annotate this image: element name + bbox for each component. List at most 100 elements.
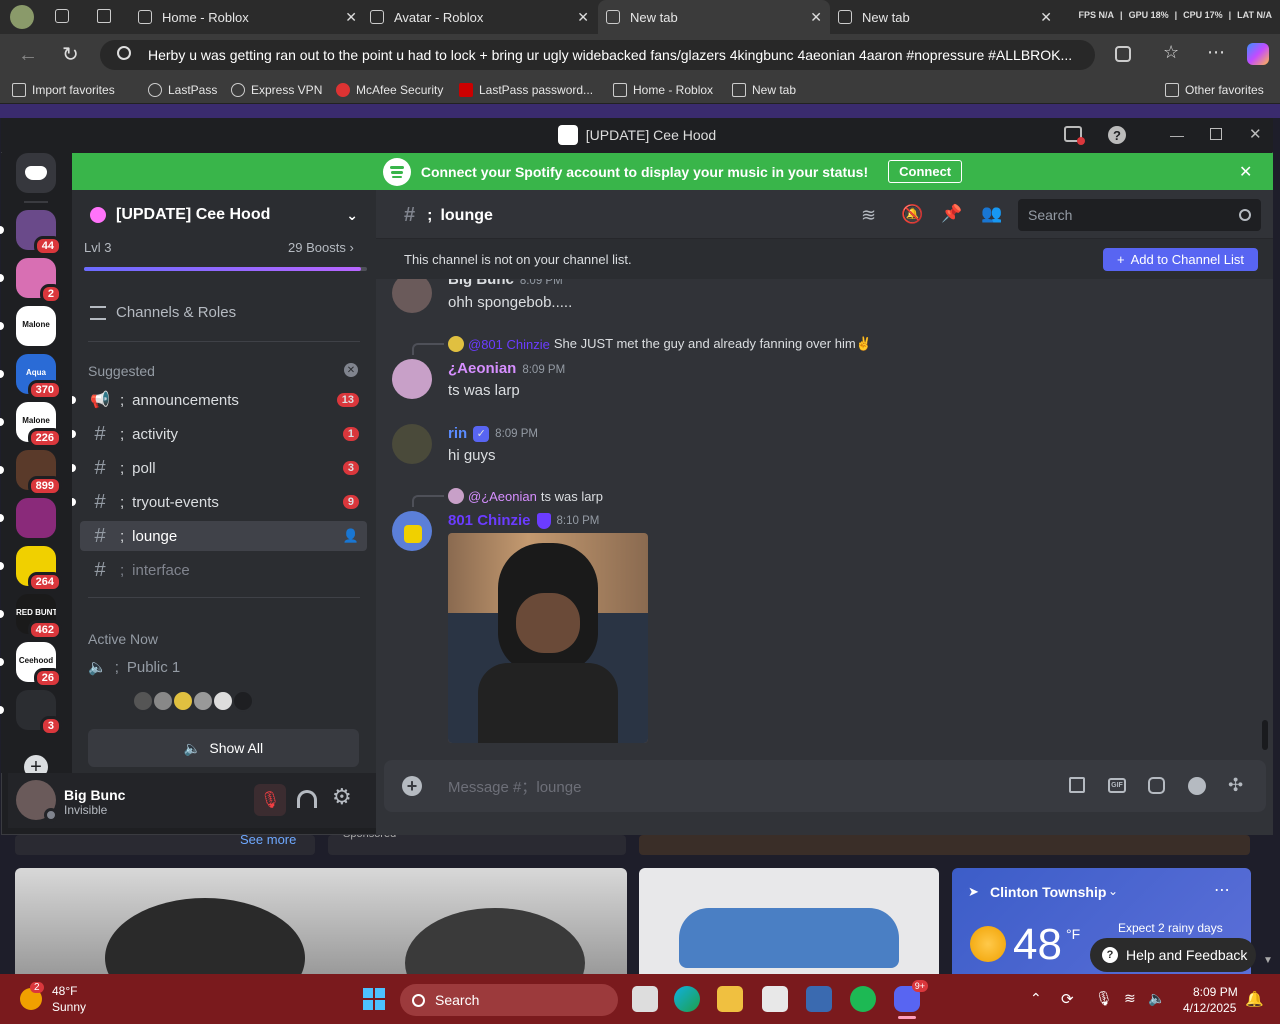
fav-lastpass[interactable]: LastPass — [148, 76, 217, 104]
server-icon-9[interactable]: RED BUNTY! 462 — [0, 594, 62, 640]
windows-start-icon[interactable] — [363, 988, 385, 1010]
emoji-icon[interactable] — [1188, 777, 1206, 795]
server-icon-1[interactable]: 44 — [0, 210, 62, 256]
help-icon[interactable]: ? — [1108, 126, 1126, 144]
minimize-icon[interactable]: — — [1170, 127, 1184, 143]
add-member-icon[interactable]: 👤 — [343, 528, 359, 544]
inbox-icon[interactable] — [1064, 126, 1085, 145]
server-icon-10[interactable]: Ceehood 26 — [0, 642, 62, 688]
weather-taskbar[interactable]: 2 48°F Sunny — [20, 982, 140, 1018]
fav-new-tab[interactable]: New tab — [732, 76, 796, 104]
sticker-icon[interactable] — [1148, 777, 1165, 794]
reply-preview[interactable]: @¿Aeonian ts was larp — [448, 488, 603, 504]
notification-bell-icon[interactable]: 🔔 — [1245, 990, 1264, 1008]
tab-avatar-roblox[interactable]: Avatar - Roblox ✕ — [362, 0, 597, 34]
threads-icon[interactable]: ≋ — [861, 205, 876, 226]
sync-icon[interactable]: ⟳ — [1061, 990, 1074, 1008]
voice-participants[interactable] — [132, 690, 254, 712]
extensions-icon[interactable] — [1115, 46, 1131, 62]
message-image[interactable] — [448, 533, 648, 743]
refresh-icon[interactable]: ↻ — [62, 42, 79, 67]
scroll-down-icon[interactable]: ▼ — [1263, 955, 1273, 966]
close-icon[interactable]: ✕ — [345, 9, 357, 26]
user-avatar[interactable] — [16, 780, 58, 822]
fav-home-roblox[interactable]: Home - Roblox — [613, 76, 713, 104]
news-image-photo[interactable] — [15, 868, 627, 974]
tab-new-tab[interactable]: New tab ✕ — [830, 0, 1060, 34]
gif-icon[interactable]: GIF — [1108, 778, 1126, 793]
maximize-icon[interactable] — [1210, 128, 1222, 140]
edge-icon[interactable] — [674, 986, 700, 1012]
spotify-connect-button[interactable]: Connect — [888, 160, 963, 183]
add-attachment-icon[interactable]: + — [402, 776, 422, 796]
workspaces-icon[interactable] — [55, 9, 69, 23]
close-icon[interactable]: ✕ — [810, 9, 822, 26]
performance-icon[interactable] — [806, 986, 832, 1012]
chat-scrollbar[interactable] — [1262, 720, 1268, 750]
show-all-button[interactable]: 🔈 Show All — [88, 729, 359, 767]
message-input[interactable]: Message #；lounge — [448, 776, 581, 797]
file-explorer-icon[interactable] — [717, 986, 743, 1012]
server-header[interactable]: [UPDATE] Cee Hood ⌄ — [80, 200, 368, 230]
close-window-icon[interactable]: ✕ — [1249, 125, 1262, 143]
chevron-up-icon[interactable]: ⌃ — [1030, 990, 1042, 1007]
pin-icon[interactable]: 📌 — [941, 204, 962, 224]
favorites-star-icon[interactable]: ☆ — [1163, 42, 1179, 63]
mic-icon[interactable]: 🎙 — [1095, 990, 1113, 1007]
channel-announcements[interactable]: 📢; announcements 13 — [72, 385, 367, 415]
copilot-icon[interactable] — [1247, 43, 1269, 65]
taskbar-search[interactable]: Search — [400, 984, 618, 1016]
clock-date[interactable]: 4/12/2025 — [1183, 1001, 1236, 1015]
boost-count[interactable]: 29 Boosts › — [288, 240, 354, 255]
avatar[interactable] — [392, 511, 432, 551]
add-to-channel-list-button[interactable]: + Add to Channel List — [1103, 248, 1258, 271]
notifications-muted-icon[interactable]: 🔕 — [901, 204, 923, 225]
channel-lounge[interactable]: #; lounge 👤 — [80, 521, 367, 551]
reply-preview[interactable]: @801 Chinzie She JUST met the guy and al… — [448, 336, 872, 352]
app-icon[interactable] — [762, 986, 788, 1012]
address-bar[interactable]: Herby u was getting ran out to the point… — [100, 40, 1095, 70]
fav-mcafee[interactable]: McAfee Security — [336, 76, 443, 104]
tab-actions-icon[interactable] — [97, 9, 111, 23]
search-input[interactable]: Search — [1018, 199, 1261, 231]
task-view-icon[interactable] — [632, 986, 658, 1012]
apps-icon[interactable]: ✣ — [1228, 776, 1243, 794]
more-options-icon[interactable]: ⋯ — [1214, 880, 1230, 900]
settings-gear-icon[interactable]: ⚙ — [332, 786, 352, 808]
fav-other[interactable]: Other favorites — [1165, 76, 1264, 104]
fav-lastpass-password[interactable]: LastPass password... — [459, 76, 593, 104]
mute-mic-button[interactable]: 🎙 — [254, 784, 286, 816]
more-icon[interactable]: ⋯ — [1207, 42, 1225, 63]
channel-interface[interactable]: #; interface — [80, 555, 367, 585]
server-icon-8[interactable]: 264 — [0, 546, 62, 592]
close-banner-icon[interactable]: ✕ — [1239, 162, 1252, 182]
channel-tryout-events[interactable]: #; tryout-events 9 — [72, 487, 367, 517]
server-icon-4[interactable]: Aqua 370 — [0, 354, 62, 400]
fav-expressvpn[interactable]: Express VPN — [231, 76, 322, 104]
discord-taskbar-icon[interactable]: 9+ — [894, 980, 928, 1012]
help-feedback-button[interactable]: ? Help and Feedback — [1090, 938, 1256, 972]
gift-icon[interactable] — [1069, 777, 1085, 793]
clock-time[interactable]: 8:09 PM — [1193, 985, 1238, 999]
voice-channel[interactable]: 🔈 ; Public 1 — [88, 658, 180, 677]
news-image-car[interactable] — [639, 868, 939, 974]
channel-poll[interactable]: #; poll 3 — [72, 453, 367, 483]
weather-location[interactable]: Clinton Township — [990, 884, 1106, 900]
channels-roles[interactable]: Channels & Roles — [90, 304, 236, 321]
wifi-icon[interactable]: ≋ — [1124, 990, 1136, 1007]
tab-new-tab-active[interactable]: New tab ✕ — [598, 0, 830, 34]
headphones-icon[interactable] — [297, 790, 317, 808]
close-icon[interactable]: ✕ — [1040, 9, 1052, 26]
server-icon-7[interactable] — [0, 498, 56, 538]
tab-home-roblox[interactable]: Home - Roblox ✕ — [130, 0, 365, 34]
profile-avatar[interactable] — [10, 5, 34, 29]
back-icon[interactable]: ← — [18, 44, 38, 67]
member-list-icon[interactable]: 👥 — [981, 204, 1002, 224]
server-icon-5[interactable]: Malone 226 — [0, 402, 62, 448]
fav-import[interactable]: Import favorites — [12, 76, 115, 104]
server-icon-6[interactable]: 899 — [0, 450, 62, 496]
avatar[interactable] — [392, 424, 432, 464]
server-icon-11[interactable]: 3 — [0, 690, 62, 736]
dismiss-suggested-icon[interactable]: ✕ — [344, 363, 358, 377]
server-icon-2[interactable]: 2 — [0, 258, 62, 304]
